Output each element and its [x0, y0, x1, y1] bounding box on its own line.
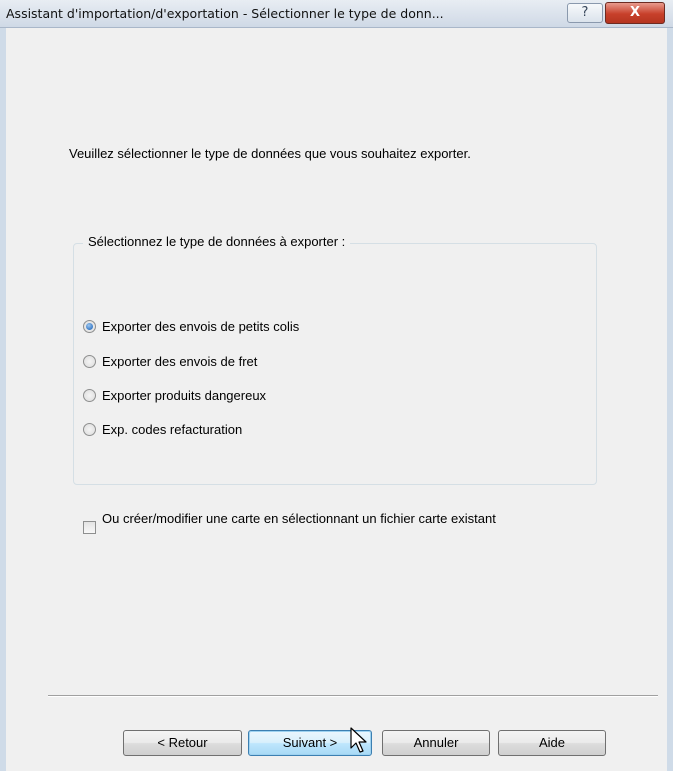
- window-title: Assistant d'importation/d'exportation - …: [6, 6, 444, 21]
- radio-export-freight[interactable]: Exporter des envois de fret: [83, 352, 257, 370]
- window-frame-right: [667, 28, 673, 771]
- map-file-checkbox-row[interactable]: Ou créer/modifier une carte en sélection…: [83, 511, 603, 534]
- footer-separator: [48, 695, 658, 697]
- title-bar[interactable]: Assistant d'importation/d'exportation - …: [0, 0, 673, 28]
- radio-label: Exporter des envois de fret: [102, 353, 258, 369]
- radio-export-billing-codes[interactable]: Exp. codes refacturation: [83, 420, 242, 438]
- close-button[interactable]: X: [605, 2, 665, 24]
- checkbox-label: Ou créer/modifier une carte en sélection…: [102, 511, 496, 526]
- close-icon: X: [629, 5, 641, 20]
- radio-button[interactable]: [83, 388, 96, 402]
- map-file-checkbox[interactable]: [83, 521, 96, 534]
- radio-export-small-parcels[interactable]: Exporter des envois de petits colis: [83, 317, 299, 335]
- back-button[interactable]: < Retour: [123, 730, 242, 756]
- mouse-pointer-icon: [350, 727, 367, 753]
- radio-export-dangerous-goods[interactable]: Exporter produits dangereux: [83, 386, 266, 404]
- question-mark-icon: ?: [581, 5, 589, 20]
- instruction-text: Veuillez sélectionner le type de données…: [69, 146, 471, 161]
- radio-button[interactable]: [83, 422, 96, 436]
- dialog-window: Assistant d'importation/d'exportation - …: [0, 0, 673, 771]
- help-title-button[interactable]: ?: [567, 3, 603, 23]
- radio-label: Exporter des envois de petits colis: [102, 318, 300, 334]
- radio-label: Exporter produits dangereux: [102, 387, 267, 403]
- radio-button[interactable]: [83, 354, 96, 368]
- groupbox-legend: Sélectionnez le type de données à export…: [83, 234, 351, 249]
- cancel-button[interactable]: Annuler: [382, 730, 490, 756]
- help-button[interactable]: Aide: [498, 730, 606, 756]
- radio-label: Exp. codes refacturation: [102, 421, 243, 437]
- radio-button-checked[interactable]: [83, 319, 96, 333]
